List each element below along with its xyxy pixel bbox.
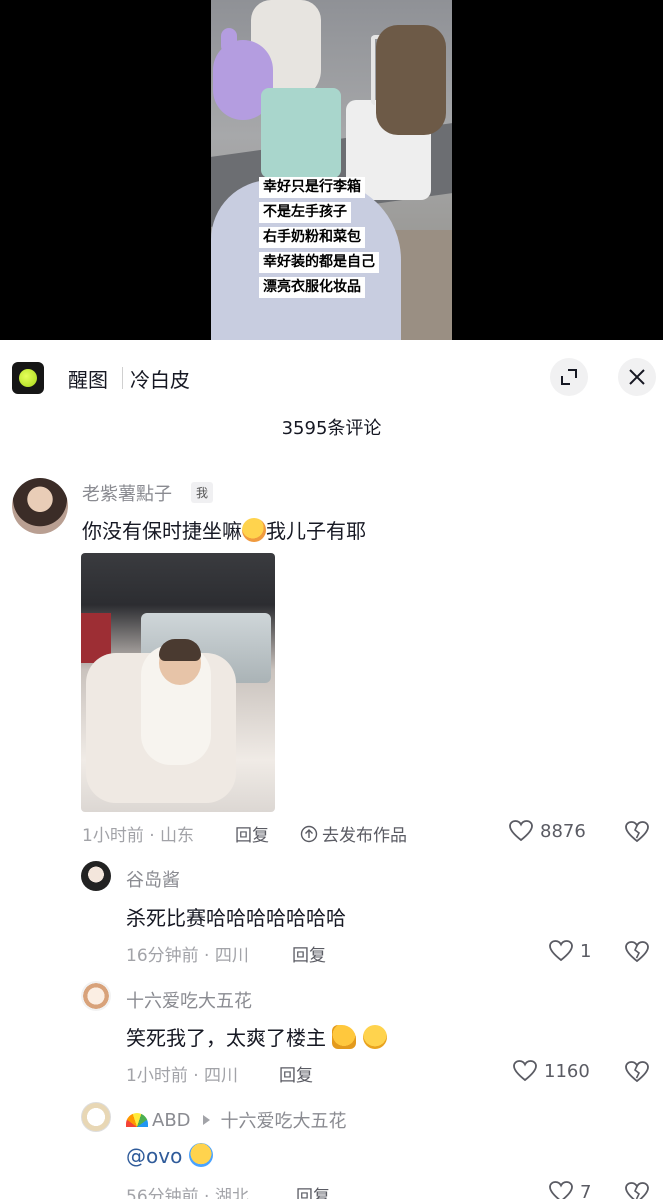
rainbow-emoji-icon <box>126 1113 148 1127</box>
dislike-button[interactable] <box>624 1181 650 1199</box>
comment-sheet-header: 醒图 冷白皮 <box>0 340 663 412</box>
publish-work-label: 去发布作品 <box>322 826 407 846</box>
comment-text: 笑死我了，太爽了楼主 <box>126 1022 387 1051</box>
avatar[interactable] <box>81 1102 111 1132</box>
comment-text-part: 我儿子有耶 <box>266 519 366 543</box>
broken-heart-icon <box>625 1182 649 1199</box>
caption-line: 幸好装的都是自己 <box>259 252 379 273</box>
like-button[interactable]: 1160 <box>512 1059 590 1083</box>
like-button[interactable]: 7 <box>548 1180 591 1199</box>
heart-icon <box>549 1181 573 1199</box>
mention[interactable]: @ovo <box>126 1144 182 1168</box>
reply-button[interactable]: 回复 <box>296 1182 330 1199</box>
like-count: 8876 <box>540 820 586 842</box>
comment-text: 你没有保时捷坐嘛 我儿子有耶 <box>82 515 366 544</box>
reply-button[interactable]: 回复 <box>279 1061 313 1086</box>
avatar[interactable] <box>81 861 111 891</box>
caption-line: 幸好只是行李箱 <box>259 177 365 198</box>
heart-icon <box>549 940 573 962</box>
dislike-button[interactable] <box>624 1060 650 1084</box>
comment-meta: 1小时前 · 四川 <box>126 1066 239 1086</box>
reply-button[interactable]: 回复 <box>292 941 326 966</box>
like-count: 1 <box>580 940 592 962</box>
reply-to-author[interactable]: 十六爱吃大五花 <box>221 1107 347 1133</box>
dislike-button[interactable] <box>624 820 650 844</box>
thumbs-up-emoji-icon <box>332 1025 357 1049</box>
video-frame: 幸好只是行李箱 不是左手孩子 右手奶粉和菜包 幸好装的都是自己 漂亮衣服化妆品 <box>211 0 452 340</box>
broken-heart-icon <box>625 1061 649 1083</box>
comment-author[interactable]: 谷岛酱 <box>126 866 180 892</box>
comment-meta: 56分钟前 · 湖北 <box>126 1187 249 1199</box>
divider <box>122 367 123 389</box>
like-button[interactable]: 1 <box>548 939 591 963</box>
reply-arrow-icon <box>202 1115 210 1125</box>
comment-text-part: 你没有保时捷坐嘛 <box>82 519 242 543</box>
heart-icon <box>509 820 533 842</box>
caption-line: 不是左手孩子 <box>259 202 351 223</box>
comment-author[interactable]: 十六爱吃大五花 <box>126 987 252 1013</box>
green-suitcase <box>261 88 341 178</box>
self-tag: 我 <box>191 482 214 503</box>
heart-icon <box>513 1060 537 1082</box>
broken-heart-icon <box>625 941 649 963</box>
comment-meta: 1小时前 · 山东 <box>82 826 195 846</box>
grinning-face-emoji-icon <box>362 1025 387 1049</box>
caption-line: 漂亮衣服化妆品 <box>259 277 365 298</box>
app-icon[interactable] <box>12 362 44 394</box>
broken-heart-icon <box>625 821 649 843</box>
comment-image[interactable] <box>81 553 275 812</box>
comment-text: 杀死比赛哈哈哈哈哈哈哈 <box>126 906 346 930</box>
comment-count: 3595条评论 <box>281 418 382 439</box>
upload-arrow-icon <box>300 825 318 842</box>
video-caption: 幸好只是行李箱 不是左手孩子 右手奶粉和菜包 幸好装的都是自己 漂亮衣服化妆品 <box>259 176 399 301</box>
comment-text: @ovo <box>126 1143 213 1168</box>
comment-author[interactable]: ABD <box>152 1110 191 1131</box>
like-count: 7 <box>580 1181 592 1199</box>
expand-icon <box>561 369 577 385</box>
dislike-button[interactable] <box>624 940 650 964</box>
comment-meta: 16分钟前 · 四川 <box>126 946 249 966</box>
avatar[interactable] <box>81 981 111 1011</box>
caption-line: 右手奶粉和菜包 <box>259 227 365 248</box>
app-name-link[interactable]: 醒图 <box>68 364 108 393</box>
expand-button[interactable] <box>550 358 588 396</box>
comment-author-line: ABD 十六爱吃大五花 <box>126 1107 347 1133</box>
comment-text-part: 笑死我了，太爽了楼主 <box>126 1026 326 1050</box>
close-button[interactable] <box>618 358 656 396</box>
video-player[interactable]: 幸好只是行李箱 不是左手孩子 右手奶粉和菜包 幸好装的都是自己 漂亮衣服化妆品 <box>0 0 663 340</box>
reply-button[interactable]: 回复 <box>235 821 269 846</box>
child-hair <box>159 639 201 661</box>
comment-sheet: 醒图 冷白皮 3595条评论 老紫薯點子 我 你没有保时捷坐嘛 我儿子有耶 1小… <box>0 340 663 1199</box>
backpack <box>376 25 446 135</box>
close-icon <box>629 369 645 385</box>
tears-of-joy-emoji-icon <box>188 1143 213 1167</box>
comment-author[interactable]: 老紫薯點子 <box>82 480 172 506</box>
publish-work-link[interactable]: 去发布作品 <box>300 821 407 846</box>
like-count: 1160 <box>544 1060 590 1082</box>
hugging-face-emoji-icon <box>242 518 266 542</box>
filter-name[interactable]: 冷白皮 <box>130 364 190 393</box>
avatar[interactable] <box>12 478 68 534</box>
like-button[interactable]: 8876 <box>508 819 586 843</box>
